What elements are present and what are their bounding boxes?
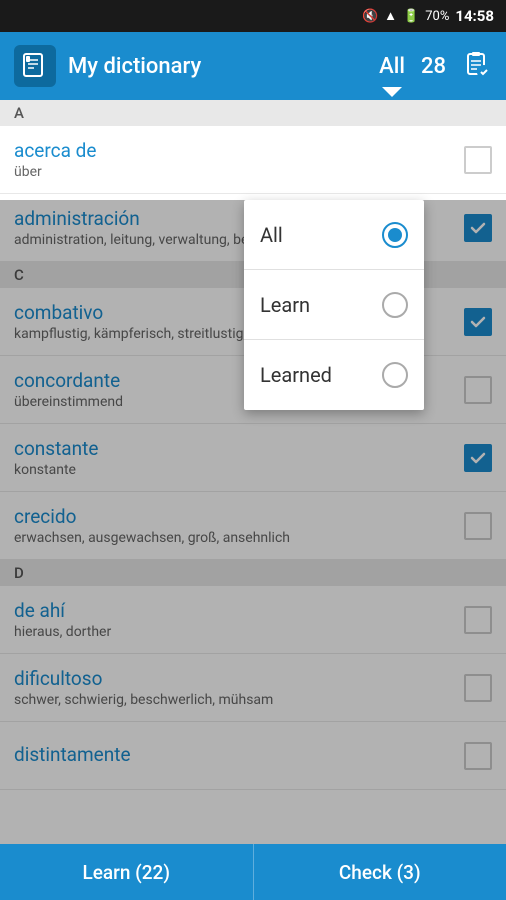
radio-learn [382, 292, 408, 318]
mute-icon: 🔇 [362, 9, 378, 24]
signal-icon: ▲ [384, 8, 397, 24]
word-title: acerca de [14, 139, 464, 162]
filter-option-learned-label: Learned [260, 363, 382, 387]
app-icon [14, 45, 56, 87]
radio-all-inner [388, 228, 402, 242]
list-item[interactable]: acerca de über [0, 126, 506, 194]
word-checkbox[interactable] [464, 146, 492, 174]
filter-option-learned[interactable]: Learned [244, 340, 424, 410]
radio-all [382, 222, 408, 248]
battery-icon: 🔋 [403, 9, 419, 24]
word-text-block: acerca de über [14, 139, 464, 180]
word-translation: über [14, 164, 464, 180]
filter-dropdown-trigger[interactable]: All [379, 54, 405, 79]
status-bar: 🔇 ▲ 🔋 70% 14:58 [0, 0, 506, 32]
battery-percent: 70% [425, 9, 449, 24]
filter-option-learn[interactable]: Learn [244, 270, 424, 340]
main-content: A acerca de über administración administ… [0, 100, 506, 844]
filter-option-all[interactable]: All [244, 200, 424, 270]
learn-button[interactable]: Learn (22) [0, 844, 254, 900]
app-title: My dictionary [68, 54, 379, 79]
filter-option-learn-label: Learn [260, 293, 382, 317]
filter-dropdown: All Learn Learned [244, 200, 424, 410]
section-header-a: A [0, 100, 506, 126]
word-count: 28 [421, 54, 446, 79]
radio-learned [382, 362, 408, 388]
time: 14:58 [455, 7, 494, 25]
clipboard-icon[interactable] [460, 48, 492, 84]
filter-option-all-label: All [260, 223, 382, 247]
check-button[interactable]: Check (3) [254, 844, 506, 900]
app-bar: My dictionary All 28 [0, 32, 506, 100]
bottom-bar: Learn (22) Check (3) [0, 844, 506, 900]
